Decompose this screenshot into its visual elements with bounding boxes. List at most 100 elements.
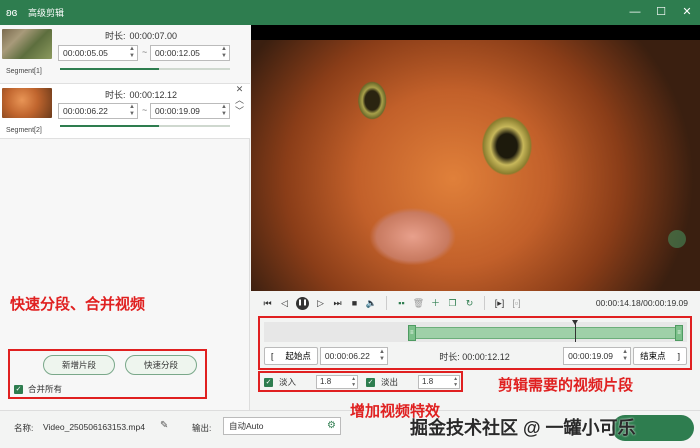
segment-start-input[interactable]: 00:00:06.22 ▲ ▼ <box>58 103 138 119</box>
trim-duration-value: 00:00:12.12 <box>462 351 510 362</box>
segment-progress <box>60 125 230 127</box>
spinner-icon[interactable]: ▲ ▼ <box>129 104 135 118</box>
segment-start-input[interactable]: 00:00:05.05 ▲ ▼ <box>58 45 138 61</box>
segment-actions: 新增片段 快速分段 <box>43 355 198 375</box>
trim-duration-label: 时长: <box>439 351 460 362</box>
skip-start-icon[interactable]: ⏮ <box>259 293 276 313</box>
merge-all-checkbox[interactable]: ✓ 合并所有 <box>14 383 62 395</box>
title-bar: ʚɞ 高级剪辑 — ☐ ✕ <box>0 0 700 25</box>
segment-thumbnail <box>2 29 52 59</box>
trim-start-value: 00:00:06.22 <box>324 351 370 361</box>
spinner-icon[interactable]: ▲ ▼ <box>221 104 227 118</box>
video-preview[interactable] <box>251 25 700 291</box>
spinner-icon[interactable]: ▲ ▼ <box>221 46 227 60</box>
fade-in-option[interactable]: ✓ 淡入 1.8 ▲ ▼ <box>264 375 359 389</box>
step-forward-icon[interactable]: ▷ <box>312 293 329 313</box>
fade-in-label: 淡入 <box>279 377 297 387</box>
app-logo-icon: ʚɞ <box>6 6 18 19</box>
toolbar-divider <box>484 296 485 310</box>
reset-icon[interactable]: ↻ <box>461 293 478 313</box>
timeline-selection[interactable] <box>410 327 682 339</box>
add-icon[interactable]: ＋ <box>427 293 444 313</box>
output-select[interactable]: 自动Auto ⚙ <box>223 417 341 435</box>
segment-start-value: 00:00:05.05 <box>63 48 108 58</box>
timeline-end-handle[interactable]: ≡ <box>675 325 683 341</box>
end-bracket-icon: ] <box>677 351 680 361</box>
copy-icon[interactable]: ❐ <box>444 293 461 313</box>
gear-icon[interactable]: ⚙ <box>327 418 336 434</box>
trim-duration: 时长: 00:00:12.12 <box>388 350 561 363</box>
mark-in-icon[interactable]: [▸] <box>491 293 508 313</box>
fade-out-input[interactable]: 1.8 ▲ ▼ <box>418 375 461 389</box>
timeline-playhead[interactable] <box>572 320 579 342</box>
trim-start-input[interactable]: 00:00:06.22 ▲ ▼ <box>319 347 388 365</box>
fade-effects: ✓ 淡入 1.8 ▲ ▼ ✓ 淡出 1.8 ▲ ▼ <box>264 374 461 390</box>
trim-end-input[interactable]: 00:00:19.09 ▲ ▼ <box>563 347 632 365</box>
set-end-button[interactable]: 结束点 ] <box>633 347 687 365</box>
step-back-icon[interactable]: ◁ <box>276 293 293 313</box>
checkbox-checked-icon[interactable]: ✓ <box>366 377 376 387</box>
spinner-icon[interactable]: ▲ ▼ <box>453 376 458 388</box>
spinner-icon[interactable]: ▲ ▼ <box>351 376 356 388</box>
segment-end-input[interactable]: 00:00:19.09 ▲ ▼ <box>150 103 230 119</box>
segment-duration-label: 时长: <box>105 31 126 41</box>
segment-duration-value: 00:00:12.12 <box>129 90 178 100</box>
spinner-icon[interactable]: ▲ ▼ <box>379 349 385 363</box>
window-title: 高级剪辑 <box>28 8 65 18</box>
split-icon[interactable]: ▪▪ <box>393 293 410 313</box>
timeline-track[interactable]: ≡ ≡ <box>264 320 687 342</box>
start-bracket-icon: [ <box>271 351 274 361</box>
fade-out-label: 淡出 <box>381 377 399 387</box>
maximize-button[interactable]: ☐ <box>648 0 674 25</box>
timeline-start-handle[interactable]: ≡ <box>407 325 416 341</box>
segment-thumbnail <box>2 88 52 118</box>
checkbox-checked-icon[interactable]: ✓ <box>264 377 273 387</box>
segment-item[interactable]: Segment[1] 时长: 00:00:07.00 00:00:05.05 ▲ ▼… <box>0 25 250 83</box>
mark-out-icon[interactable]: [▫] <box>508 293 525 313</box>
playback-toolbar: ⏮ ◁ ❚❚ ▷ ⏭ ■ 🔈 ▪▪ 🗑 ＋ ❐ ↻ [▸] [▫] 00:00:… <box>251 293 700 313</box>
fade-in-value: 1.8 <box>320 377 332 386</box>
video-watermark-icon <box>668 230 686 248</box>
toolbar-divider <box>386 296 387 310</box>
watermark-text: 掘金技术社区 @ 一罐小可乐 <box>410 418 636 438</box>
segment-item[interactable]: Segment[2] 时长: 00:00:12.12 ✕ ︿ ﹀ 00:00:06.2… <box>0 83 250 139</box>
spinner-icon[interactable]: ▲ ▼ <box>129 46 135 60</box>
output-value: 自动Auto <box>229 421 264 431</box>
close-button[interactable]: ✕ <box>674 0 700 25</box>
volume-icon[interactable]: 🔈 <box>363 293 380 313</box>
fade-in-input[interactable]: 1.8 ▲ ▼ <box>316 375 359 389</box>
segment-progress <box>60 68 230 70</box>
trim-controls: [ 起始点 00:00:06.22 ▲ ▼ 时长: 00:00:12.12 00:… <box>264 346 687 366</box>
stop-icon[interactable]: ■ <box>346 293 363 313</box>
skip-end-icon[interactable]: ⏭ <box>329 293 346 313</box>
segment-end-value: 00:00:12.05 <box>155 48 200 58</box>
fade-out-value: 1.8 <box>422 377 434 386</box>
segment-duration: 时长: 00:00:12.12 <box>105 88 177 101</box>
delete-icon[interactable]: 🗑 <box>410 293 427 313</box>
checkbox-checked-icon[interactable]: ✓ <box>14 384 23 394</box>
fade-out-option[interactable]: ✓ 淡出 1.8 ▲ ▼ <box>366 375 461 389</box>
output-label: 输出: <box>192 423 212 433</box>
segment-name: Segment[2] <box>6 127 42 134</box>
spinner-icon[interactable]: ▲ ▼ <box>622 349 628 363</box>
minimize-button[interactable]: — <box>622 0 648 25</box>
segment-duration: 时长: 00:00:07.00 <box>105 29 177 42</box>
segment-name: Segment[1] <box>6 68 42 75</box>
segment-start-value: 00:00:06.22 <box>63 106 108 116</box>
filename-value: Video_250506163153.mp4 <box>43 422 145 432</box>
annotation-trim: 剪辑需要的视频片段 <box>498 377 634 394</box>
edit-pencil-icon[interactable]: ✎ <box>160 420 168 431</box>
segment-duration-label: 时长: <box>105 90 126 100</box>
quick-split-button[interactable]: 快速分段 <box>125 355 198 375</box>
set-start-button[interactable]: [ 起始点 <box>264 347 318 365</box>
segment-end-input[interactable]: 00:00:12.05 ▲ ▼ <box>150 45 230 61</box>
video-frame <box>251 40 700 291</box>
annotation-effects: 增加视频特效 <box>350 403 441 420</box>
merge-all-label: 合并所有 <box>28 384 63 394</box>
segment-duration-value: 00:00:07.00 <box>129 31 178 41</box>
segment-panel: Segment[1] 时长: 00:00:07.00 00:00:05.05 ▲ ▼… <box>0 25 250 410</box>
add-segment-button[interactable]: 新增片段 <box>43 355 116 375</box>
segment-close-icon[interactable]: ✕ ︿ ﹀ <box>235 84 244 117</box>
filename-label: 名称: <box>14 423 34 433</box>
pause-icon[interactable]: ❚❚ <box>296 296 309 310</box>
